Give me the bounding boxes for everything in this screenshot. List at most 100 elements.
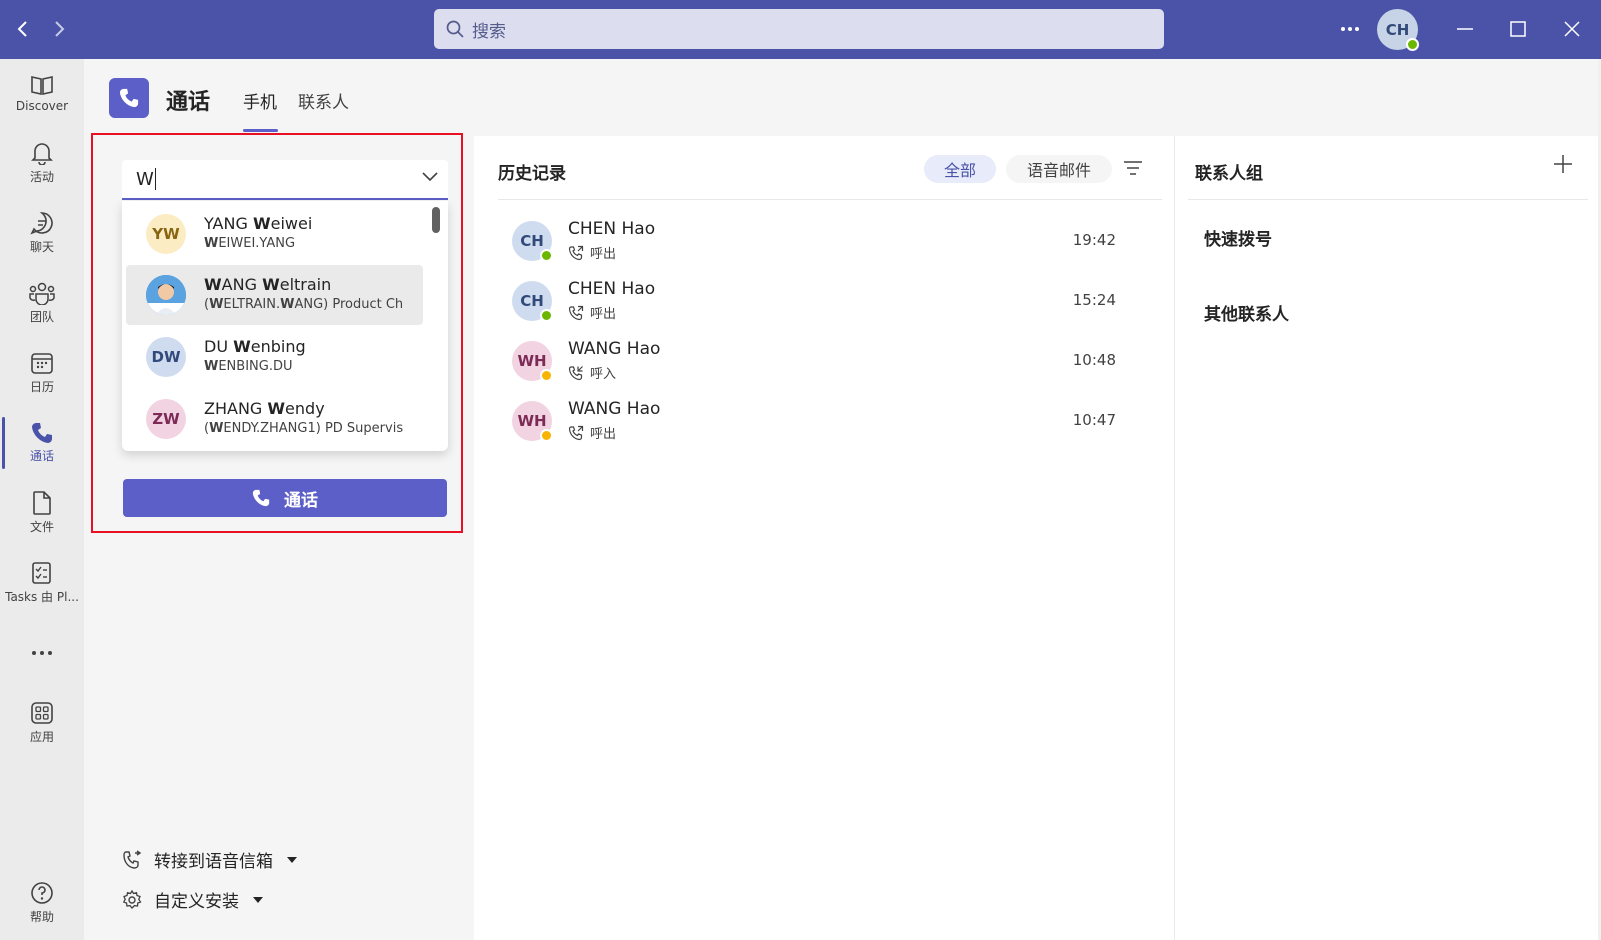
rail-item-calendar[interactable]: 日历 [0,341,84,405]
phone-icon [119,88,139,108]
caller-name: CHEN Hao [568,219,656,239]
divider [498,199,1162,200]
gear-icon [122,889,142,909]
outgoing-call-icon [568,245,584,260]
rail-item-tasks[interactable]: Tasks 由 Pl... [0,551,84,615]
caller-name: WANG Hao [568,339,661,359]
divider [1188,199,1588,200]
rail-label: 帮助 [29,910,54,924]
close-button[interactable] [1552,10,1592,48]
rail-item-apps[interactable]: 应用 [0,691,84,755]
search-placeholder: 搜索 [472,21,506,42]
group-speed-dial[interactable]: 快速拨号 [1204,225,1272,250]
tab-contacts[interactable]: 联系人 [298,88,349,113]
filter-all-button[interactable]: 全部 [924,155,996,183]
custom-setup-option[interactable]: 自定义安装 [122,887,263,912]
call-direction: 呼出 [568,423,616,442]
contact-groups-title: 联系人组 [1195,164,1263,184]
call-forward-icon [123,849,142,869]
presence-available-icon [1406,38,1419,51]
call-direction: 呼出 [568,303,616,322]
call-time: 15:24 [1072,291,1116,309]
rail-item-chat[interactable]: 聊天 [0,201,84,265]
highlight-box [91,133,463,533]
search-input[interactable]: 搜索 [434,9,1164,49]
minimize-button[interactable] [1445,10,1485,48]
rail-label: Discover [15,98,69,113]
caller-name: CHEN Hao [568,279,656,299]
rail-label: 文件 [29,520,54,534]
forward-voicemail-option[interactable]: 转接到语音信箱 [122,847,297,872]
title-bar: 搜索 CH [0,0,1601,59]
rail-label: Tasks 由 Pl... [5,590,79,604]
bell-icon [31,143,53,165]
more-apps-button[interactable] [0,621,84,685]
caller-name: WANG Hao [568,399,661,419]
add-group-button[interactable] [1554,155,1572,177]
tab-phone[interactable]: 手机 [243,88,277,113]
custom-setup-label: 自定义安装 [154,892,239,912]
phone-icon [32,423,52,443]
maximize-button[interactable] [1498,10,1538,48]
group-other-contacts[interactable]: 其他联系人 [1204,300,1289,325]
history-row[interactable]: CH CHEN Hao 呼出 19:42 [498,213,1138,273]
active-tab-indicator [243,129,278,132]
history-row[interactable]: WH WANG Hao 呼入 10:48 [498,333,1138,393]
avatar: CH [512,281,553,322]
file-icon [33,491,51,515]
call-direction: 呼出 [568,243,616,262]
presence-available-icon [540,309,553,322]
caret-down-icon[interactable] [287,856,297,863]
apps-icon [31,702,53,724]
back-button[interactable] [8,14,38,44]
history-row[interactable]: WH WANG Hao 呼出 10:47 [498,393,1138,453]
filter-icon [1124,161,1142,175]
avatar: CH [512,221,553,262]
forward-button[interactable] [44,14,74,44]
search-icon [446,20,464,38]
chevron-left-icon [17,21,27,37]
app-rail: Discover 活动 聊天 团队 日历 通话 文件 Tasks 由 Pl...… [0,59,84,940]
ellipsis-icon [1341,27,1359,31]
incoming-call-icon [568,365,583,380]
outgoing-call-icon [568,305,584,320]
rail-label: 应用 [29,730,54,744]
rail-label: 活动 [29,170,54,184]
chat-icon [30,212,53,235]
presence-away-icon [540,369,553,382]
rail-item-files[interactable]: 文件 [0,481,84,545]
filter-button[interactable] [1124,160,1142,179]
rail-item-activity[interactable]: 活动 [0,131,84,195]
presence-available-icon [540,249,553,262]
filter-voicemail-button[interactable]: 语音邮件 [1006,155,1112,183]
rail-item-discover[interactable]: Discover [0,61,84,125]
teams-icon [29,282,55,305]
book-icon [31,75,53,95]
calendar-icon [31,353,53,374]
rail-item-help[interactable]: 帮助 [0,871,84,935]
help-icon [31,882,53,904]
ellipsis-icon [32,651,52,655]
calls-app-icon [109,78,149,118]
rail-item-calls[interactable]: 通话 [0,411,84,475]
page-title: 通话 [166,90,211,115]
presence-away-icon [540,429,553,442]
rail-label: 通话 [29,449,54,463]
rail-item-teams[interactable]: 团队 [0,271,84,335]
call-direction: 呼入 [568,363,616,382]
history-row[interactable]: CH CHEN Hao 呼出 15:24 [498,273,1138,333]
rail-label: 日历 [29,380,54,394]
call-time: 19:42 [1072,231,1116,249]
avatar: WH [512,401,553,442]
history-title: 历史记录 [498,164,566,184]
more-options-button[interactable] [1330,10,1370,48]
caret-down-icon[interactable] [253,896,263,903]
avatar: WH [512,341,553,382]
user-avatar[interactable]: CH [1377,9,1419,51]
user-initials: CH [1385,20,1410,39]
call-time: 10:47 [1072,411,1116,429]
rail-label: 团队 [29,310,54,324]
rail-label: 聊天 [29,240,54,254]
plus-icon [1554,155,1572,173]
forward-voicemail-label: 转接到语音信箱 [154,852,273,872]
